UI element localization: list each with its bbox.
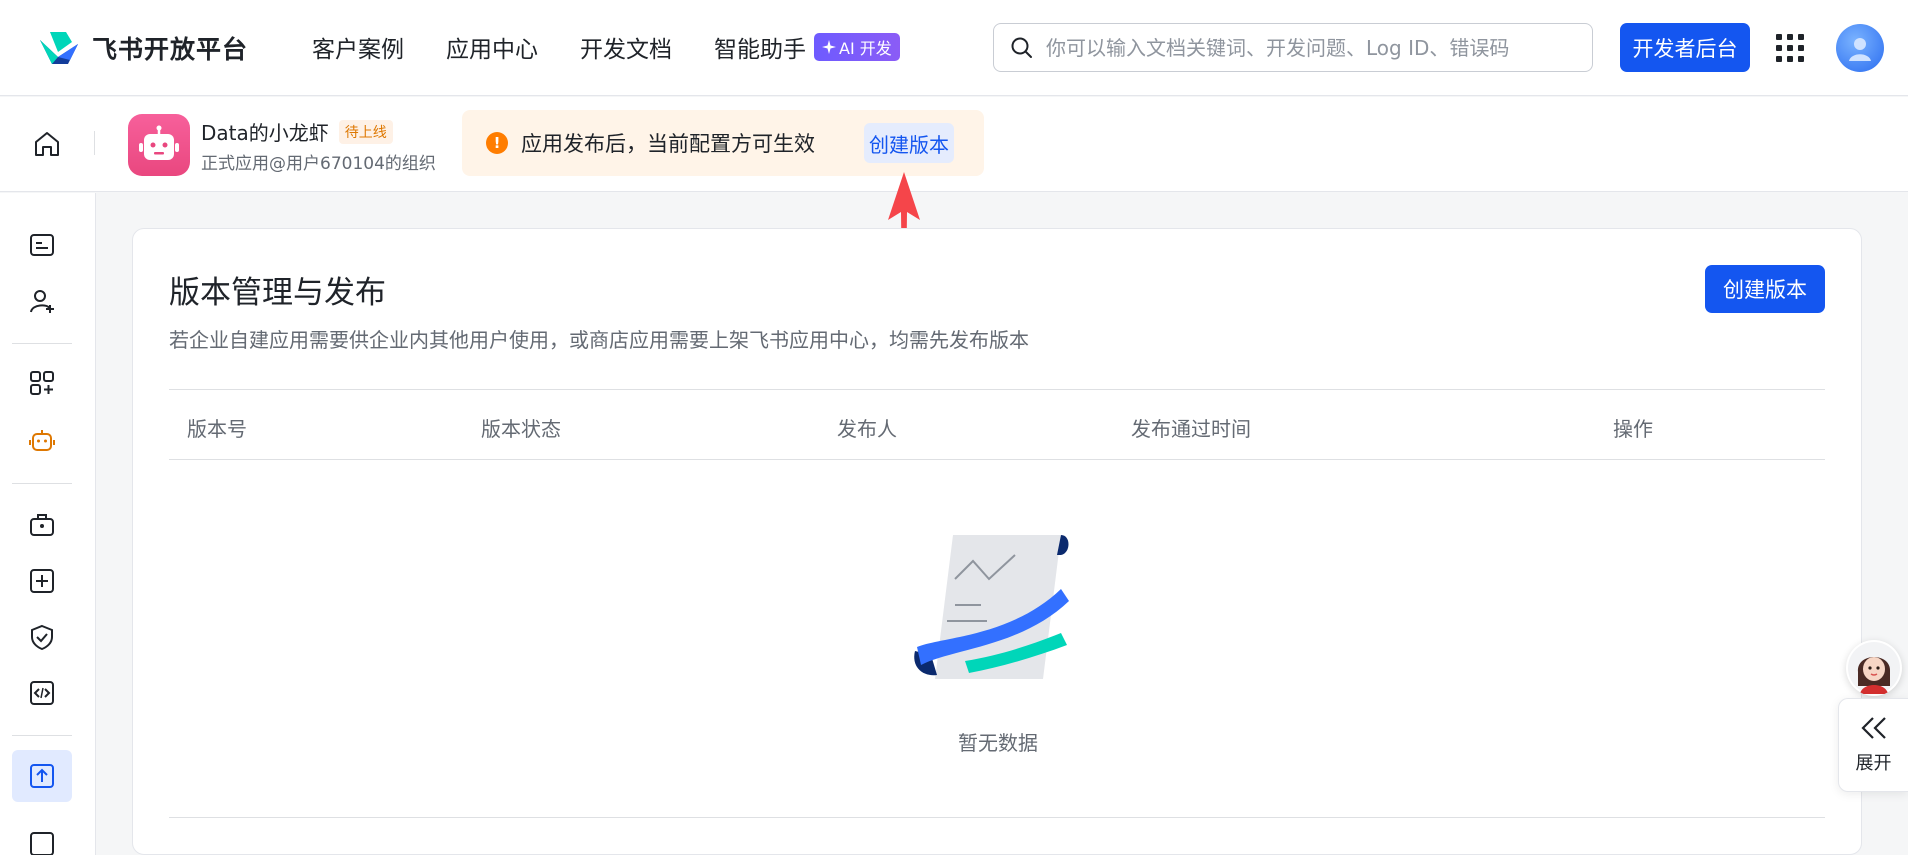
column-header: 版本号 [187, 417, 247, 441]
notice-text: 应用发布后，当前配置方可生效 [521, 132, 815, 156]
user-avatar-icon [1849, 38, 1871, 61]
ai-dev-badge-label: AI 开发 [839, 39, 892, 58]
search-input[interactable] [1046, 35, 1566, 60]
search-box[interactable] [993, 23, 1593, 72]
robot-icon [139, 125, 179, 160]
user-avatar[interactable] [1836, 24, 1884, 72]
sidebar-item-basic-info[interactable] [12, 219, 72, 271]
warning-icon: ! [486, 132, 508, 154]
sidebar-item-dev-config[interactable] [12, 667, 72, 719]
sidebar-item-security[interactable] [12, 611, 72, 663]
sidebar-item-more[interactable] [12, 818, 72, 855]
sidebar-item-members[interactable] [12, 275, 72, 327]
column-header: 发布人 [837, 417, 897, 441]
sidebar-divider [12, 343, 72, 344]
add-box-icon [30, 569, 54, 593]
nav-dev-docs[interactable]: 开发文档 [580, 30, 672, 64]
sidebar-item-capabilities[interactable] [12, 357, 72, 409]
column-header: 操作 [1613, 417, 1653, 441]
header-divider [94, 131, 95, 155]
dev-console-button[interactable]: 开发者后台 [1620, 23, 1750, 72]
double-chevron-left-icon [1860, 717, 1886, 739]
expand-label: 展开 [1855, 753, 1892, 774]
empty-state-illustration [914, 535, 1069, 679]
column-header: 发布通过时间 [1131, 417, 1251, 441]
search-icon [1011, 37, 1032, 58]
page-description: 若企业自建应用需要供企业内其他用户使用，或商店应用需要上架飞书应用中心，均需先发… [169, 328, 1029, 352]
app-subheader: Data的小龙虾 待上线 正式应用@用户670104的组织 ! 应用发布后，当前… [0, 97, 1908, 192]
briefcase-icon [30, 514, 54, 536]
app-org: 正式应用@用户670104的组织 [201, 154, 436, 174]
sidebar-item-events[interactable] [12, 555, 72, 607]
home-icon[interactable] [32, 129, 62, 159]
brand-logo[interactable]: 飞书开放平台 [38, 30, 248, 66]
empty-state-text: 暂无数据 [958, 731, 1038, 755]
left-sidebar [0, 193, 96, 855]
page-title: 版本管理与发布 [169, 275, 386, 311]
sidebar-item-permissions[interactable] [12, 499, 72, 551]
feishu-logo-icon [40, 32, 78, 64]
notice-create-version-link[interactable]: 创建版本 [864, 123, 954, 163]
apps-grid-icon[interactable] [1776, 34, 1804, 62]
upload-box-icon [30, 764, 54, 788]
nav-smart-assistant[interactable]: 智能助手 AI 开发 [714, 30, 900, 64]
robot-icon [29, 430, 55, 451]
sidebar-divider [12, 483, 72, 484]
nav-app-center[interactable]: 应用中心 [446, 30, 538, 64]
expand-panel-button[interactable]: 展开 [1838, 698, 1908, 792]
info-card-icon [30, 234, 54, 256]
table-header: 版本号 版本状态 发布人 发布通过时间 操作 [169, 389, 1825, 460]
app-icon[interactable] [128, 114, 190, 176]
sidebar-item-bot[interactable] [12, 415, 72, 467]
table-bottom-divider [169, 817, 1825, 818]
brand-name: 飞书开放平台 [92, 35, 249, 64]
create-version-button[interactable]: 创建版本 [1705, 265, 1825, 313]
code-icon [30, 681, 54, 705]
add-user-icon [30, 290, 54, 313]
status-badge: 待上线 [338, 119, 393, 144]
nav-customer-cases[interactable]: 客户案例 [312, 30, 404, 64]
top-navbar: 飞书开放平台 客户案例 应用中心 开发文档 智能助手 AI 开发 开发者后台 [0, 0, 1908, 96]
sidebar-divider [12, 735, 72, 736]
nav-smart-assistant-label: 智能助手 [714, 37, 806, 63]
ai-dev-badge: AI 开发 [814, 33, 900, 61]
publish-notice: ! 应用发布后，当前配置方可生效 创建版本 [462, 110, 984, 176]
shield-check-icon [31, 624, 53, 650]
doc-icon [30, 832, 54, 855]
assistant-character-icon [1848, 642, 1900, 694]
sparkle-icon [822, 40, 836, 54]
app-name: Data的小龙虾 [201, 121, 329, 145]
version-management-card: 版本管理与发布 若企业自建应用需要供企业内其他用户使用，或商店应用需要上架飞书应… [132, 228, 1862, 855]
assistant-avatar[interactable] [1846, 640, 1902, 696]
column-header: 版本状态 [481, 417, 561, 441]
sidebar-item-version-release[interactable] [12, 750, 72, 802]
add-app-icon [30, 371, 54, 395]
